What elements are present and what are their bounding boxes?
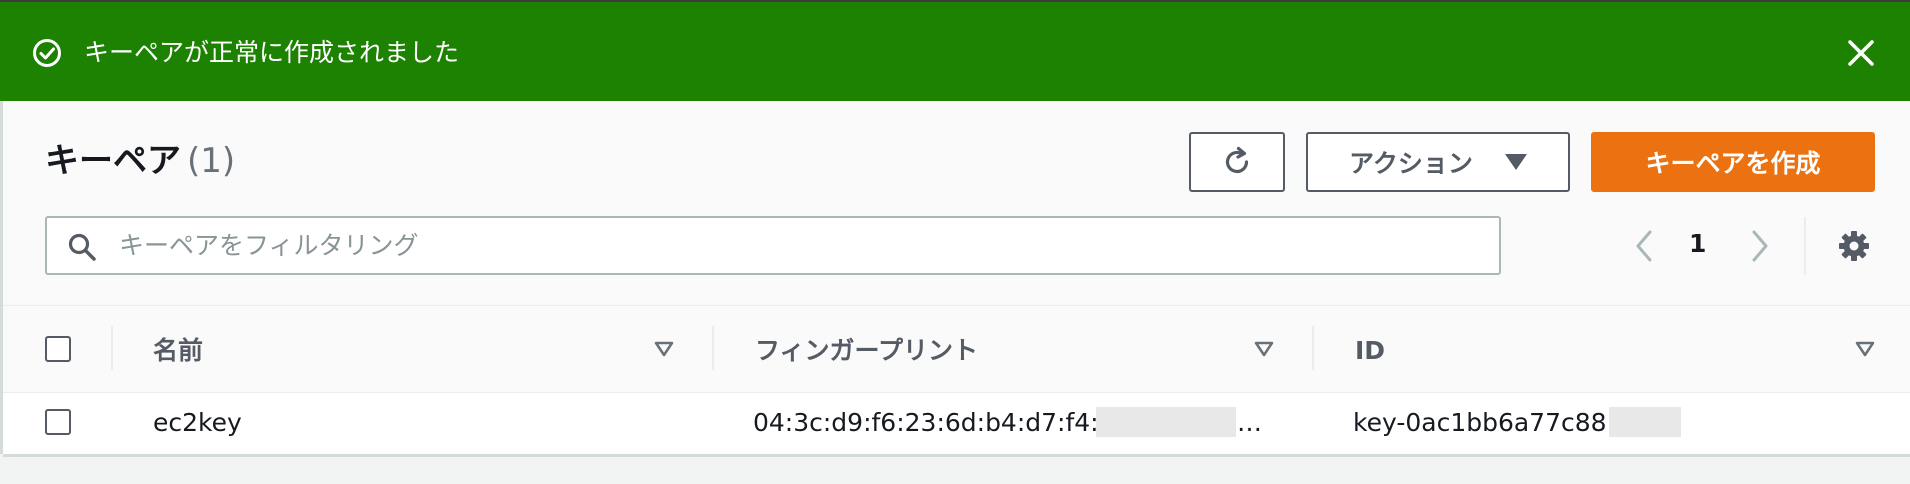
sort-caret-icon[interactable] xyxy=(1253,338,1275,360)
current-page[interactable]: 1 xyxy=(1689,227,1706,261)
flash-message: キーペアが正常に作成されました xyxy=(84,38,460,67)
key-pairs-panel: キーペア (1) アクション キーペアを作成 キーペアをフィルタリング 1 名前… xyxy=(0,101,1910,457)
pagination-divider xyxy=(1804,217,1806,275)
column-header-fingerprint[interactable]: フィンガープリント xyxy=(755,334,978,368)
column-header-name[interactable]: 名前 xyxy=(153,334,203,368)
actions-dropdown-button[interactable]: アクション xyxy=(1306,132,1570,192)
column-divider xyxy=(111,326,113,370)
redaction-block xyxy=(1609,407,1681,437)
item-count: (1) xyxy=(187,141,236,181)
refresh-icon xyxy=(1225,146,1249,174)
column-divider xyxy=(1312,326,1314,370)
create-label: キーペアを作成 xyxy=(1645,149,1821,178)
key-pair-name: ec2key xyxy=(153,408,242,437)
table-bottom-border xyxy=(3,454,1910,457)
key-pair-id: key-0ac1bb6a77c88 xyxy=(1353,408,1607,437)
chevron-right-icon[interactable] xyxy=(1745,226,1775,266)
title-text: キーペア xyxy=(45,141,181,181)
search-icon xyxy=(68,233,96,261)
column-header-id[interactable]: ID xyxy=(1355,334,1385,368)
close-icon[interactable] xyxy=(1845,37,1877,69)
caret-down-icon xyxy=(1504,154,1527,170)
create-key-pair-button[interactable]: キーペアを作成 xyxy=(1591,132,1875,192)
key-fingerprint: 04:3c:d9:f6:23:6d:b4:d7:f4: xyxy=(753,408,1099,437)
redaction-block xyxy=(1096,407,1236,437)
column-divider xyxy=(712,326,714,370)
filter-placeholder: キーペアをフィルタリング xyxy=(119,231,419,260)
success-flashbar: キーペアが正常に作成されました xyxy=(0,0,1910,101)
row-checkbox[interactable] xyxy=(45,409,71,435)
actions-label: アクション xyxy=(1349,149,1473,178)
sort-caret-icon[interactable] xyxy=(653,338,675,360)
fingerprint-ellipsis: … xyxy=(1237,408,1262,437)
filter-input[interactable]: キーペアをフィルタリング xyxy=(45,216,1501,275)
gear-icon[interactable] xyxy=(1837,229,1871,263)
page-title: キーペア (1) xyxy=(45,139,235,183)
check-circle-icon xyxy=(33,39,61,67)
refresh-button[interactable] xyxy=(1189,132,1285,192)
chevron-left-icon[interactable] xyxy=(1629,226,1659,266)
table-header: 名前 フィンガープリント ID xyxy=(3,305,1910,393)
table-row[interactable]: ec2key 04:3c:d9:f6:23:6d:b4:d7:f4: … key… xyxy=(3,393,1910,454)
sort-caret-icon[interactable] xyxy=(1854,338,1876,360)
select-all-checkbox[interactable] xyxy=(45,336,71,362)
